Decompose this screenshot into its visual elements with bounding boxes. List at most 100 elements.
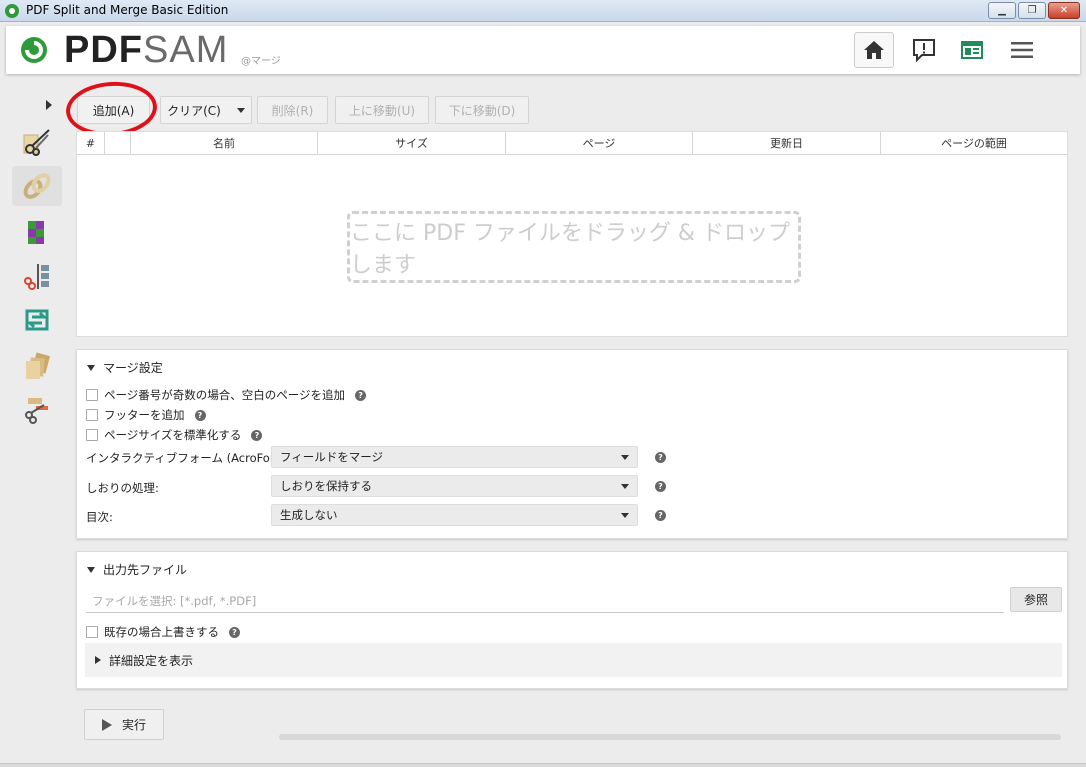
menu-button[interactable] bbox=[1002, 32, 1042, 68]
news-icon bbox=[961, 41, 983, 59]
logo-light: SAM bbox=[143, 29, 229, 71]
chevron-down-icon bbox=[621, 513, 629, 518]
sidebar-item-merge[interactable] bbox=[12, 166, 62, 206]
merge-tool-icon bbox=[23, 173, 51, 199]
split-tool-icon bbox=[23, 129, 50, 156]
help-icon[interactable]: ? bbox=[251, 429, 263, 441]
column-header-pages[interactable]: ページ bbox=[506, 132, 693, 154]
status-bar bbox=[0, 763, 1086, 767]
sidebar-item-split-by-bookmarks[interactable] bbox=[12, 256, 62, 296]
sidebar-expand-icon[interactable] bbox=[46, 100, 52, 110]
column-header-index[interactable]: # bbox=[77, 132, 105, 154]
minimize-button[interactable]: ▁ bbox=[988, 2, 1016, 19]
move-up-button[interactable]: 上に移動(U) bbox=[335, 96, 429, 124]
maximize-button[interactable]: ❐ bbox=[1018, 2, 1046, 19]
help-icon[interactable]: ? bbox=[229, 626, 240, 638]
mix-tool-icon bbox=[28, 221, 44, 244]
help-icon[interactable]: ? bbox=[655, 481, 666, 492]
acroforms-select[interactable]: フィールドをマージ bbox=[271, 446, 638, 468]
split-by-bookmarks-icon bbox=[24, 264, 49, 290]
normalize-size-label[interactable]: ページサイズを標準化する bbox=[104, 427, 241, 443]
pdf-file-table[interactable]: # 名前 サイズ ページ 更新日 ページの範囲 ここに PDF ファイルをドラッ… bbox=[76, 131, 1068, 337]
add-blank-page-label[interactable]: ページ番号が奇数の場合、空白のページを追加 bbox=[104, 387, 345, 403]
rotate-tool-icon bbox=[25, 309, 49, 331]
chevron-down-icon bbox=[236, 107, 245, 113]
add-blank-page-option: ページ番号が奇数の場合、空白のページを追加 ? bbox=[86, 387, 367, 403]
overwrite-label[interactable]: 既存の場合上書きする bbox=[104, 624, 219, 640]
module-subtitle: @マージ bbox=[241, 56, 281, 67]
normalize-size-checkbox[interactable] bbox=[86, 429, 98, 441]
table-header: # 名前 サイズ ページ 更新日 ページの範囲 bbox=[77, 132, 1067, 155]
toc-label: 目次: bbox=[86, 510, 113, 524]
bookmarks-select[interactable]: しおりを保持する bbox=[271, 475, 638, 497]
overwrite-option: 既存の場合上書きする ? bbox=[86, 624, 240, 640]
logo-bold: PDF bbox=[64, 29, 143, 71]
toc-select[interactable]: 生成しない bbox=[271, 504, 638, 526]
output-title: 出力先ファイル bbox=[103, 563, 188, 577]
help-icon[interactable]: ? bbox=[655, 510, 666, 521]
help-icon[interactable]: ? bbox=[355, 389, 367, 401]
overwrite-checkbox[interactable] bbox=[86, 626, 98, 638]
close-button[interactable]: ✕ bbox=[1048, 2, 1080, 19]
output-header[interactable]: 出力先ファイル bbox=[87, 561, 187, 578]
window-titlebar: PDF Split and Merge Basic Edition ▁ ❐ ✕ bbox=[0, 0, 1086, 22]
logo-text: PDFSAM bbox=[64, 29, 228, 72]
menu-icon bbox=[1011, 42, 1033, 58]
drop-zone[interactable]: ここに PDF ファイルをドラッグ & ドロップします bbox=[347, 211, 801, 283]
window-title: PDF Split and Merge Basic Edition bbox=[26, 3, 229, 17]
chevron-down-icon bbox=[621, 484, 629, 489]
news-button[interactable] bbox=[952, 32, 992, 68]
output-panel: 出力先ファイル ファイルを選択: [*.pdf, *.PDF] 参照 既存の場合… bbox=[76, 551, 1068, 689]
feedback-button[interactable] bbox=[904, 32, 944, 68]
acroforms-label: インタラクティブフォーム (AcroForms): bbox=[86, 451, 300, 465]
help-icon[interactable]: ? bbox=[655, 452, 666, 463]
home-button[interactable] bbox=[854, 32, 894, 68]
add-footer-checkbox[interactable] bbox=[86, 409, 98, 421]
collapse-icon bbox=[87, 364, 95, 371]
clear-button[interactable]: クリア(C) bbox=[160, 96, 252, 124]
pdfsam-logo-icon bbox=[21, 37, 47, 63]
toc-value: 生成しない bbox=[280, 508, 338, 522]
column-header-modified[interactable]: 更新日 bbox=[693, 132, 881, 154]
chevron-down-icon bbox=[621, 455, 629, 460]
normalize-size-option: ページサイズを標準化する ? bbox=[86, 427, 263, 443]
advanced-settings-toggle[interactable]: 詳細設定を表示 bbox=[85, 643, 1062, 677]
home-icon bbox=[864, 41, 884, 59]
add-button[interactable]: 追加(A) bbox=[77, 96, 150, 124]
merge-settings-panel: マージ設定 ページ番号が奇数の場合、空白のページを追加 ? フッターを追加 ? … bbox=[76, 349, 1068, 539]
sidebar-item-extract[interactable] bbox=[12, 346, 62, 386]
column-header-lock[interactable] bbox=[105, 132, 131, 154]
acroforms-value: フィールドをマージ bbox=[280, 450, 384, 464]
clear-button-label: クリア(C) bbox=[167, 103, 221, 118]
sidebar-item-split[interactable] bbox=[12, 122, 62, 162]
add-footer-label[interactable]: フッターを追加 bbox=[104, 407, 185, 423]
progress-bar bbox=[279, 734, 1061, 740]
run-button[interactable]: 実行 bbox=[84, 709, 164, 740]
bookmarks-label: しおりの処理: bbox=[86, 481, 159, 495]
sidebar-item-rotate[interactable] bbox=[12, 300, 62, 340]
add-blank-page-checkbox[interactable] bbox=[86, 389, 98, 401]
merge-settings-header[interactable]: マージ設定 bbox=[87, 359, 163, 376]
help-icon[interactable]: ? bbox=[194, 409, 206, 421]
play-icon bbox=[101, 718, 112, 731]
split-by-size-icon bbox=[25, 398, 48, 424]
column-header-name[interactable]: 名前 bbox=[131, 132, 318, 154]
app-header: PDFSAM @マージ bbox=[6, 26, 1080, 74]
sidebar-item-split-by-size[interactable] bbox=[12, 390, 62, 430]
sidebar-item-alternate-mix[interactable] bbox=[12, 212, 62, 252]
extract-tool-icon bbox=[26, 352, 51, 379]
bookmarks-value: しおりを保持する bbox=[280, 479, 372, 493]
feedback-icon bbox=[913, 39, 935, 62]
run-label: 実行 bbox=[121, 718, 146, 732]
move-down-button[interactable]: 下に移動(D) bbox=[435, 96, 529, 124]
output-file-input[interactable]: ファイルを選択: [*.pdf, *.PDF] bbox=[86, 589, 1004, 613]
expand-icon bbox=[95, 656, 101, 664]
column-header-size[interactable]: サイズ bbox=[318, 132, 506, 154]
browse-button[interactable]: 参照 bbox=[1010, 587, 1062, 612]
advanced-settings-label: 詳細設定を表示 bbox=[109, 653, 194, 668]
column-header-page-range[interactable]: ページの範囲 bbox=[881, 132, 1067, 154]
app-icon bbox=[5, 4, 19, 18]
collapse-icon bbox=[87, 566, 95, 573]
add-footer-option: フッターを追加 ? bbox=[86, 407, 206, 423]
remove-button[interactable]: 削除(R) bbox=[257, 96, 328, 124]
